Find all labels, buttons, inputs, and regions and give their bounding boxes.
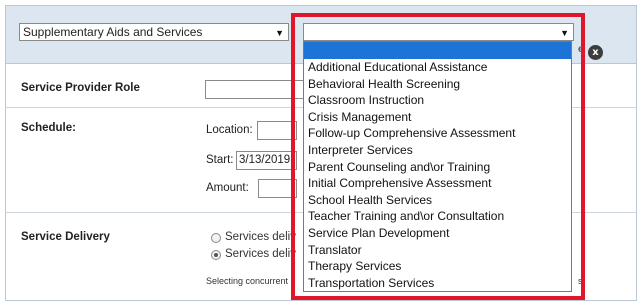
start-label: Start: xyxy=(206,154,234,166)
chevron-down-icon: ▼ xyxy=(275,28,284,38)
service-type-select[interactable]: Supplementary Aids and Services ▼ xyxy=(19,23,289,41)
start-date-input[interactable]: 3/13/2019 xyxy=(236,151,297,170)
highlight-box xyxy=(291,13,585,300)
service-delivery-option-2-label: Services deliv xyxy=(225,248,296,260)
service-delivery-label: Service Delivery xyxy=(21,231,110,243)
schedule-label: Schedule: xyxy=(21,122,76,134)
service-type-select-value: Supplementary Aids and Services xyxy=(23,25,203,39)
service-delivery-option-1-label: Services deliv xyxy=(225,231,296,243)
service-provider-role-label: Service Provider Role xyxy=(21,82,140,94)
service-delivery-radio-2[interactable] xyxy=(211,250,221,260)
amount-label: Amount: xyxy=(206,182,249,194)
service-delivery-radio-1[interactable] xyxy=(211,233,221,243)
service-provider-role-input[interactable] xyxy=(205,80,305,99)
location-label: Location: xyxy=(206,124,253,136)
concurrent-help-text: Selecting concurrent xyxy=(206,276,289,286)
close-icon[interactable]: x xyxy=(588,45,603,60)
